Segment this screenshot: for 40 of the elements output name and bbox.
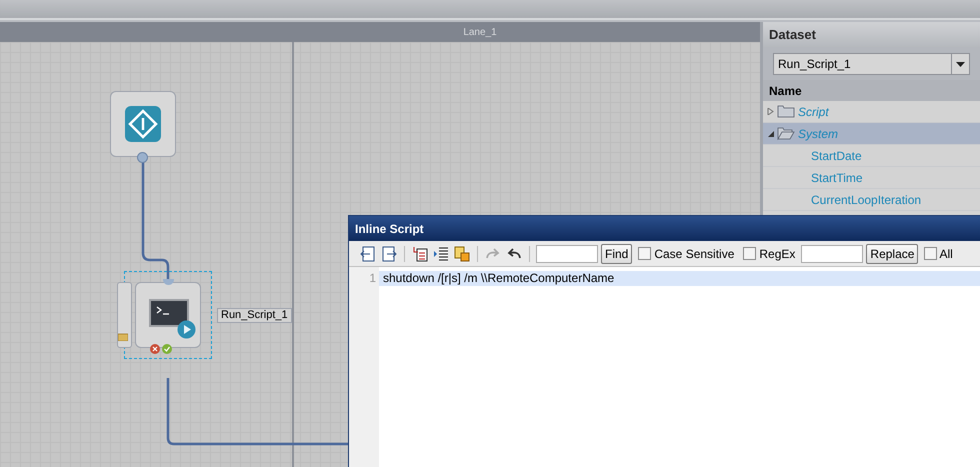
tree-item[interactable]: Script <box>763 101 980 123</box>
error-icon <box>150 344 160 354</box>
replace-field[interactable] <box>801 244 864 262</box>
checkbox-label: All <box>939 246 953 262</box>
folder-icon <box>777 105 795 118</box>
replace-button[interactable]: Replace <box>866 244 918 264</box>
lane-header: Lane_1 <box>0 22 760 42</box>
panel-title: Dataset <box>763 22 980 48</box>
tree-item[interactable]: CurrentLoopIteration <box>763 189 980 211</box>
checkbox[interactable] <box>924 247 938 260</box>
indent-left-icon[interactable] <box>359 244 377 262</box>
tree-item[interactable]: StartTime <box>763 167 980 189</box>
checkbox[interactable] <box>743 247 756 260</box>
tree-item[interactable]: System <box>763 123 980 145</box>
checkbox[interactable] <box>638 247 652 260</box>
checkbox-label: RegEx <box>759 246 796 262</box>
node-label: Run_Script_1 <box>217 308 292 323</box>
copy-icon[interactable] <box>453 244 471 262</box>
checkbox-label: Case Sensitive <box>654 246 734 262</box>
success-icon <box>162 344 172 354</box>
dropdown-arrow-icon <box>956 62 965 66</box>
folder-icon <box>777 127 795 140</box>
tree-item[interactable]: StartDate <box>763 145 980 167</box>
column-header: Name <box>763 80 980 101</box>
play-icon <box>177 320 196 339</box>
dialog-title: Inline Script <box>349 216 980 241</box>
terminal-icon <box>149 299 189 327</box>
start-node[interactable] <box>110 91 176 157</box>
dataset-dropdown[interactable]: Run_Script_1 <box>773 53 970 75</box>
line-number: 1 <box>368 271 377 286</box>
list-indent-icon[interactable] <box>432 244 450 262</box>
find-field[interactable] <box>536 244 598 262</box>
insert-line-icon[interactable] <box>411 244 429 262</box>
expanded-arrow-icon[interactable] <box>767 130 774 137</box>
folder-icon <box>118 333 128 341</box>
find-button[interactable]: Find <box>601 244 632 264</box>
script-node[interactable] <box>135 282 201 348</box>
start-icon <box>125 106 161 142</box>
collapsed-arrow-icon[interactable] <box>767 108 774 115</box>
indent-right-icon[interactable] <box>380 244 398 262</box>
